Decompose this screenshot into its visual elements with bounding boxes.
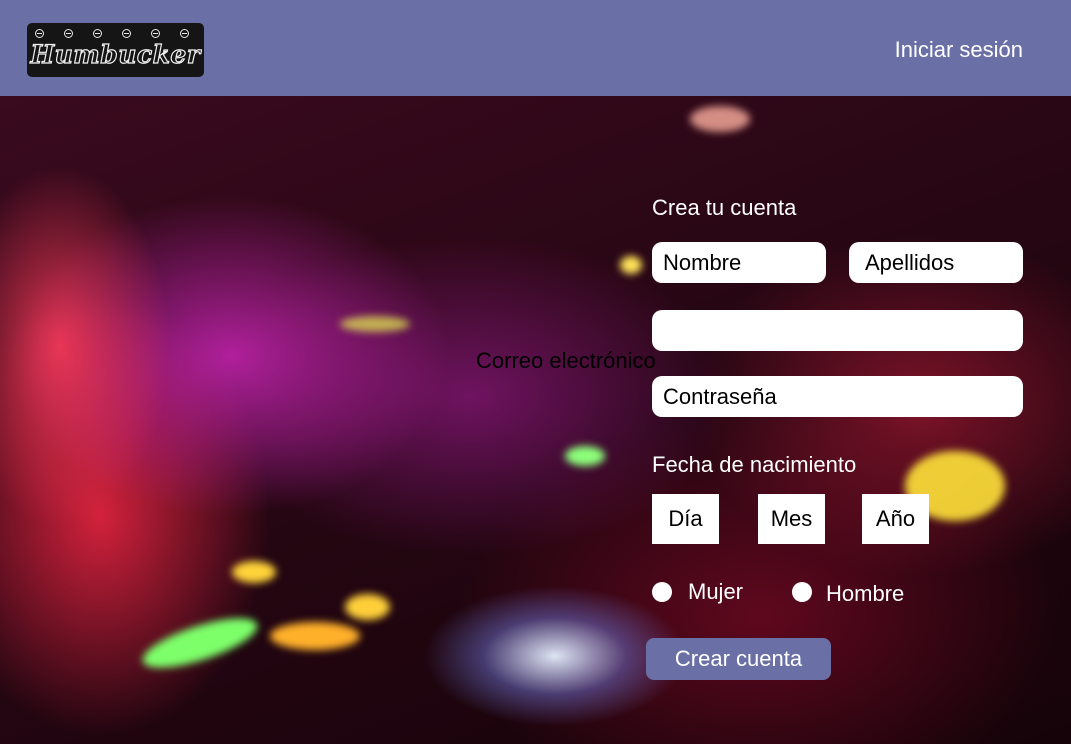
month-select[interactable]: Mes xyxy=(758,494,825,544)
dj-background-image xyxy=(0,96,1071,744)
stage-light xyxy=(270,622,360,650)
email-label: Correo electrónico xyxy=(476,348,656,373)
gender-label-male: Hombre xyxy=(826,581,905,606)
form-title: Crea tu cuenta xyxy=(652,195,797,220)
year-select[interactable]: Año xyxy=(862,494,929,544)
password-field[interactable]: Contraseña xyxy=(652,376,1023,417)
stage-light xyxy=(232,561,276,583)
logo-wordmark: Humbucker xyxy=(30,39,201,69)
gender-radio-male[interactable] xyxy=(792,582,812,602)
top-navigation-bar: Humbucker Iniciar sesión xyxy=(0,0,1071,97)
humbucker-logo[interactable]: Humbucker xyxy=(27,23,204,77)
birth-date-label: Fecha de nacimiento xyxy=(652,452,857,477)
create-account-button[interactable]: Crear cuenta xyxy=(646,638,831,680)
email-field[interactable] xyxy=(652,310,1023,351)
first-name-field[interactable]: Nombre xyxy=(652,242,826,283)
day-select[interactable]: Día xyxy=(652,494,719,544)
stage-light xyxy=(137,608,263,678)
login-link[interactable]: Iniciar sesión xyxy=(895,37,1023,63)
gender-label-female: Mujer xyxy=(688,579,744,604)
stage-light xyxy=(340,316,410,332)
stage-light xyxy=(690,106,750,132)
stage-light xyxy=(620,256,642,274)
stage-light xyxy=(345,594,390,620)
gender-radio-female[interactable] xyxy=(652,582,672,602)
stage-light xyxy=(565,446,605,466)
last-name-field[interactable]: Apellidos xyxy=(849,242,1023,283)
